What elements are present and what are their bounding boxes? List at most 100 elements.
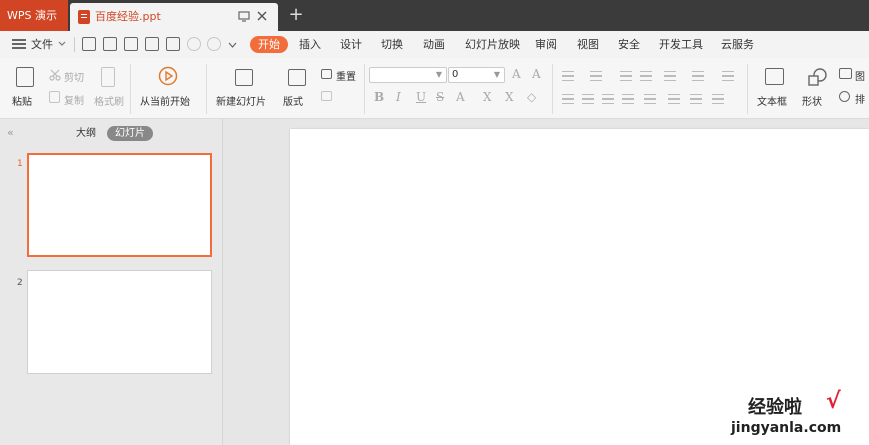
increase-indent-icon[interactable] <box>640 71 652 81</box>
shapes-icon[interactable] <box>806 67 828 87</box>
document-tab[interactable]: 百度经验.ppt <box>70 3 278 31</box>
scissors-icon[interactable] <box>49 69 61 81</box>
align-left-icon[interactable] <box>562 94 574 104</box>
paste-icon[interactable] <box>16 67 34 87</box>
tab-transitions[interactable]: 切换 <box>381 31 403 58</box>
reset-button[interactable]: 重置 <box>336 68 356 83</box>
play-icon[interactable] <box>158 66 178 86</box>
layout-button[interactable]: 版式 <box>283 93 303 108</box>
divider <box>364 64 365 114</box>
chevron-down-icon[interactable] <box>58 40 66 48</box>
watermark-text: 经验啦 <box>748 397 802 418</box>
file-menu[interactable]: 文件 <box>31 31 53 58</box>
paste-button[interactable]: 粘贴 <box>12 93 32 108</box>
open-icon[interactable] <box>82 37 96 51</box>
increase-font-icon[interactable]: A <box>512 67 521 81</box>
font-name-select[interactable]: ▼ <box>369 67 447 83</box>
tab-design[interactable]: 设计 <box>340 31 362 58</box>
divider <box>74 37 75 52</box>
numbered-list-icon[interactable] <box>590 71 602 81</box>
tab-outline[interactable]: 大纲 <box>76 126 96 141</box>
strikethrough-icon[interactable]: S <box>436 90 444 104</box>
tab-security[interactable]: 安全 <box>618 31 640 58</box>
superscript-icon[interactable]: X <box>483 90 492 104</box>
tab-home[interactable]: 开始 <box>250 36 288 53</box>
divider <box>130 64 131 114</box>
shapes-button[interactable]: 形状 <box>802 93 822 108</box>
layout-icon[interactable] <box>288 69 306 86</box>
redo-icon[interactable] <box>207 37 221 51</box>
new-tab-button[interactable]: + <box>286 4 306 26</box>
bullet-list-icon[interactable] <box>562 71 574 81</box>
new-slide-icon[interactable] <box>235 69 253 86</box>
subscript-icon[interactable]: X <box>505 90 514 104</box>
picture-icon[interactable] <box>839 68 852 79</box>
bold-icon[interactable]: B <box>374 90 384 104</box>
arrange-icon[interactable] <box>839 91 850 102</box>
copy-button[interactable]: 复制 <box>64 92 84 107</box>
undo-icon[interactable] <box>187 37 201 51</box>
slide-thumbnail-panel: « 大纲 幻灯片 1 2 <box>0 119 223 445</box>
collapse-panel-icon[interactable]: « <box>7 126 14 139</box>
copy-icon[interactable] <box>49 91 60 103</box>
watermark-url: jingyanla.com <box>731 420 842 436</box>
font-color-icon[interactable]: A <box>456 90 465 104</box>
reset-icon[interactable] <box>321 69 332 79</box>
tab-review[interactable]: 审阅 <box>535 31 557 58</box>
ppt-file-icon <box>78 10 90 24</box>
text-box-icon[interactable] <box>765 68 784 85</box>
tab-slideshow[interactable]: 幻灯片放映 <box>465 31 520 58</box>
paragraph-spacing-icon[interactable] <box>690 94 702 104</box>
divider <box>206 64 207 114</box>
print-preview-icon[interactable] <box>166 37 180 51</box>
tab-animations[interactable]: 动画 <box>423 31 445 58</box>
format-painter-button[interactable]: 格式刷 <box>94 93 124 108</box>
font-size-select[interactable]: 0 ▼ <box>448 67 505 83</box>
text-box-button[interactable]: 文本框 <box>757 93 787 108</box>
text-direction-icon[interactable] <box>664 71 676 81</box>
export-pdf-icon[interactable] <box>124 37 138 51</box>
tab-developer[interactable]: 开发工具 <box>659 31 703 58</box>
play-from-current-button[interactable]: 从当前开始 <box>140 93 190 108</box>
divider <box>747 64 748 114</box>
tab-slides[interactable]: 幻灯片 <box>107 126 153 141</box>
restore-window-icon[interactable] <box>236 9 252 25</box>
arrange-button[interactable]: 排 <box>855 91 865 106</box>
underline-icon[interactable]: U <box>416 90 426 104</box>
font-size-value: 0 <box>452 69 459 80</box>
menu-icon[interactable] <box>12 37 26 51</box>
app-tab[interactable]: WPS 演示 <box>0 0 68 31</box>
decrease-font-icon[interactable]: A <box>532 67 541 81</box>
slide-thumbnail-1[interactable] <box>27 153 212 257</box>
line-spacing-icon[interactable] <box>692 71 704 81</box>
slide-number: 1 <box>17 159 23 169</box>
vertical-align-icon[interactable] <box>668 94 680 104</box>
section-icon[interactable] <box>321 91 332 101</box>
print-icon[interactable] <box>145 37 159 51</box>
smart-art-icon[interactable] <box>712 94 724 104</box>
cut-button[interactable]: 剪切 <box>64 69 84 84</box>
clear-format-icon[interactable]: ◇ <box>527 90 536 104</box>
new-slide-button[interactable]: 新建幻灯片 <box>216 93 266 108</box>
align-right-icon[interactable] <box>602 94 614 104</box>
tab-cloud-services[interactable]: 云服务 <box>721 31 754 58</box>
italic-icon[interactable]: I <box>396 90 401 104</box>
document-title: 百度经验.ppt <box>95 10 161 23</box>
distributed-icon[interactable] <box>644 94 656 104</box>
divider <box>552 64 553 114</box>
tab-insert[interactable]: 插入 <box>299 31 321 58</box>
customize-toolbar-icon[interactable] <box>228 41 237 49</box>
menu-bar: 文件 开始 插入 设计 切换 动画 幻灯片放映 审阅 视图 安全 开发工具 云服… <box>0 31 869 58</box>
format-painter-icon[interactable] <box>101 67 115 87</box>
ribbon-toolbar: 粘贴 剪切 复制 格式刷 从当前开始 新建幻灯片 版式 重置 ▼ 0 ▼ A A … <box>0 58 869 119</box>
title-bar: WPS 演示 百度经验.ppt + <box>0 0 869 31</box>
tab-view[interactable]: 视图 <box>577 31 599 58</box>
close-icon[interactable] <box>254 9 270 25</box>
justify-icon[interactable] <box>622 94 634 104</box>
picture-button[interactable]: 图 <box>855 68 865 83</box>
save-icon[interactable] <box>103 37 117 51</box>
slide-thumbnail-2[interactable] <box>27 270 212 374</box>
columns-icon[interactable] <box>722 71 734 81</box>
decrease-indent-icon[interactable] <box>620 71 632 81</box>
align-center-icon[interactable] <box>582 94 594 104</box>
